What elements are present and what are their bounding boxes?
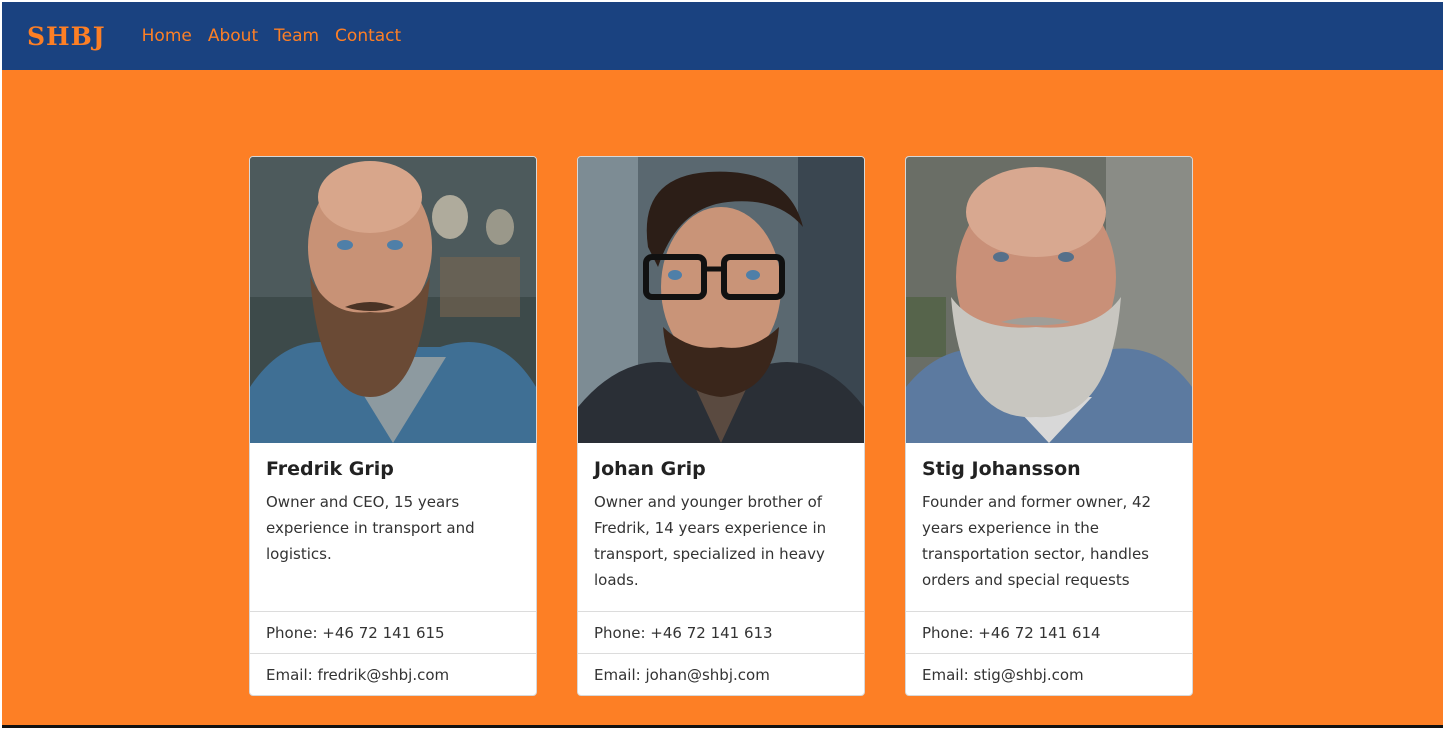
card-body: Johan Grip Owner and younger brother of …	[578, 443, 864, 611]
navbar: SHBJ Home About Team Contact	[2, 2, 1443, 70]
team-card-stig: Stig Johansson Founder and former owner,…	[905, 156, 1193, 696]
member-name: Stig Johansson	[922, 458, 1081, 480]
nav-link-home[interactable]: Home	[142, 26, 192, 46]
member-email: Email: fredrik@shbj.com	[250, 653, 536, 695]
member-email: Email: stig@shbj.com	[906, 653, 1192, 695]
member-phone: Phone: +46 72 141 614	[906, 611, 1192, 653]
team-card-johan: Johan Grip Owner and younger brother of …	[577, 156, 865, 696]
portrait-photo	[906, 157, 1192, 443]
brand-logo[interactable]: SHBJ	[27, 22, 106, 51]
card-body: Stig Johansson Founder and former owner,…	[906, 443, 1192, 611]
member-description: Founder and former owner, 42 years exper…	[922, 493, 1152, 589]
member-phone: Phone: +46 72 141 613	[578, 611, 864, 653]
member-name: Johan Grip	[594, 458, 706, 480]
page: SHBJ Home About Team Contact Fredrik Gri…	[2, 2, 1443, 728]
nav-links: Home About Team Contact	[142, 26, 402, 46]
member-description: Owner and CEO, 15 years experience in tr…	[266, 493, 475, 563]
nav-link-contact[interactable]: Contact	[335, 26, 401, 46]
card-body: Fredrik Grip Owner and CEO, 15 years exp…	[250, 443, 536, 611]
page-bottom-border	[2, 725, 1443, 728]
portrait-photo	[250, 157, 536, 443]
member-description: Owner and younger brother of Fredrik, 14…	[594, 493, 827, 589]
nav-link-team[interactable]: Team	[274, 26, 319, 46]
member-email: Email: johan@shbj.com	[578, 653, 864, 695]
nav-link-about[interactable]: About	[208, 26, 258, 46]
member-name: Fredrik Grip	[266, 458, 394, 480]
team-card-fredrik: Fredrik Grip Owner and CEO, 15 years exp…	[249, 156, 537, 696]
portrait-photo	[578, 157, 864, 443]
member-phone: Phone: +46 72 141 615	[250, 611, 536, 653]
